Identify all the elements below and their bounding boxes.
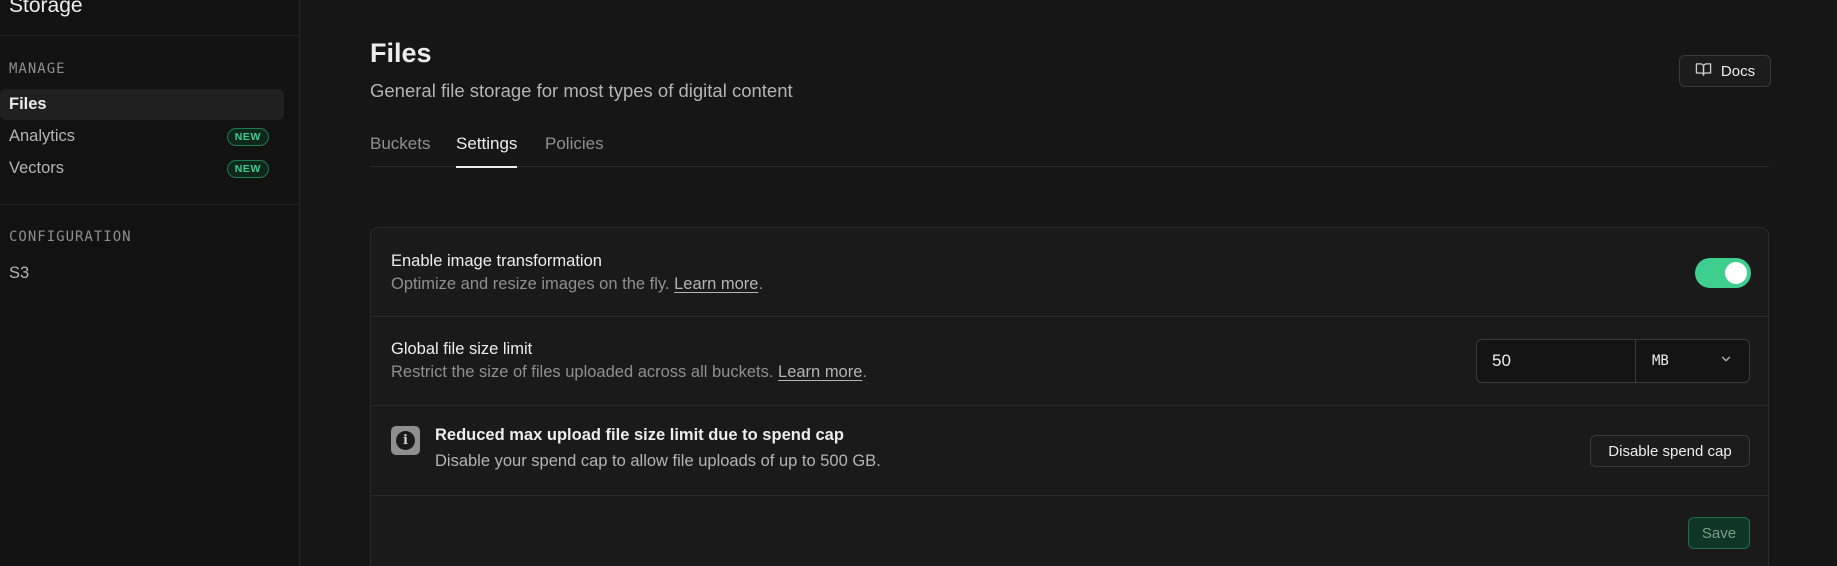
disable-spend-cap-button[interactable]: Disable spend cap — [1590, 435, 1750, 467]
sidebar-item-s3[interactable]: S3 — [0, 258, 284, 289]
sidebar: Storage MANAGE Files Analytics NEW Vecto… — [0, 0, 300, 566]
new-badge: NEW — [226, 160, 269, 178]
file-size-limit-control: MB — [1476, 339, 1750, 383]
sidebar-item-vectors[interactable]: Vectors NEW — [0, 153, 284, 184]
docs-label: Docs — [1720, 62, 1756, 80]
sidebar-item-analytics[interactable]: Analytics NEW — [0, 121, 284, 152]
unit-value: MB — [1652, 353, 1669, 369]
tab-settings[interactable]: Settings — [456, 134, 518, 168]
toggle-knob — [1725, 262, 1747, 284]
file-size-input[interactable] — [1477, 340, 1636, 382]
file-size-limit-title: Global file size limit — [391, 340, 533, 358]
spend-cap-notice-row: i Reduced max upload file size limit due… — [371, 406, 1768, 496]
sidebar-divider — [0, 35, 300, 36]
learn-more-link[interactable]: Learn more — [674, 275, 758, 293]
sidebar-item-label: Files — [9, 95, 47, 113]
tab-bar: Buckets Settings Policies — [370, 132, 1769, 168]
spend-cap-notice-title: Reduced max upload file size limit due t… — [435, 426, 844, 444]
image-transformation-title: Enable image transformation — [391, 252, 602, 270]
page-title: Files — [370, 38, 432, 68]
file-size-limit-description: Restrict the size of files uploaded acro… — [391, 363, 868, 381]
docs-button[interactable]: Docs — [1679, 55, 1771, 87]
sidebar-divider — [0, 204, 300, 205]
sidebar-section-configuration: CONFIGURATION — [9, 229, 132, 245]
file-size-limit-row: Global file size limit Restrict the size… — [371, 317, 1768, 406]
learn-more-link[interactable]: Learn more — [778, 363, 862, 381]
sidebar-title: Storage — [9, 0, 83, 17]
tab-policies[interactable]: Policies — [545, 134, 604, 167]
sidebar-section-manage: MANAGE — [9, 61, 66, 77]
sidebar-item-label: Vectors — [9, 159, 65, 177]
spend-cap-notice-description: Disable your spend cap to allow file upl… — [435, 452, 881, 470]
image-transformation-toggle[interactable] — [1695, 258, 1751, 288]
app-root: Storage MANAGE Files Analytics NEW Vecto… — [0, 0, 1837, 566]
save-button[interactable]: Save — [1688, 517, 1750, 549]
book-open-icon — [1695, 61, 1712, 82]
image-transformation-row: Enable image transformation Optimize and… — [371, 228, 1768, 317]
tab-buckets[interactable]: Buckets — [370, 134, 430, 167]
image-transformation-description: Optimize and resize images on the fly. L… — [391, 275, 764, 293]
card-footer: Save — [371, 496, 1768, 566]
info-icon: i — [391, 426, 420, 455]
sidebar-item-label: S3 — [9, 264, 30, 282]
sidebar-item-files[interactable]: Files — [0, 89, 284, 120]
chevron-down-icon — [1719, 352, 1733, 370]
new-badge: NEW — [226, 128, 269, 146]
unit-select[interactable]: MB — [1636, 340, 1749, 382]
sidebar-item-label: Analytics — [9, 127, 76, 145]
page-subtitle: General file storage for most types of d… — [370, 80, 793, 101]
settings-card: Enable image transformation Optimize and… — [370, 227, 1769, 566]
